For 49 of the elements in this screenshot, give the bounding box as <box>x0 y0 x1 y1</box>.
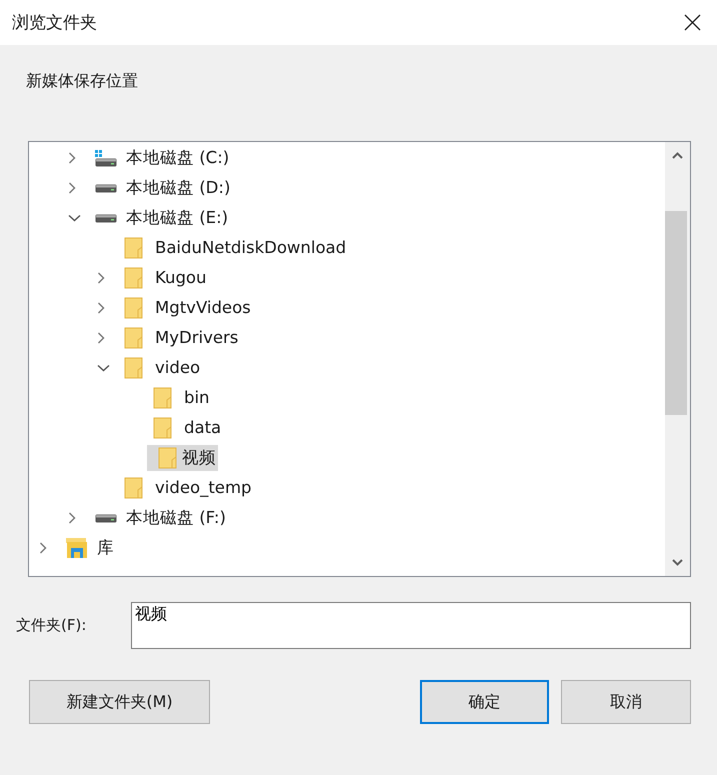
chevron-right-icon[interactable] <box>68 182 76 194</box>
folder-input[interactable]: 视频 <box>131 602 691 649</box>
scrollbar-thumb[interactable] <box>665 211 687 415</box>
new-folder-button[interactable]: 新建文件夹(M) <box>29 680 210 724</box>
folder-icon <box>124 237 144 259</box>
cancel-button[interactable]: 取消 <box>561 680 691 724</box>
drive-icon <box>95 514 117 522</box>
tree-item[interactable]: 本地磁盘 (F:) <box>124 505 228 531</box>
chevron-down-icon[interactable] <box>97 364 110 372</box>
window-title: 浏览文件夹 <box>12 12 97 34</box>
tree-item[interactable]: 本地磁盘 (C:) <box>124 145 232 171</box>
tree-item[interactable]: 本地磁盘 (E:) <box>124 205 230 231</box>
ok-button[interactable]: 确定 <box>420 680 549 724</box>
chevron-right-icon[interactable] <box>68 512 76 524</box>
tree-item[interactable]: 库 <box>95 535 116 561</box>
folder-icon <box>124 477 144 499</box>
folder-icon <box>124 297 144 319</box>
folder-label: 文件夹(F): <box>16 616 88 635</box>
folder-icon <box>124 327 144 349</box>
folder-icon <box>153 417 173 439</box>
scrollbar[interactable] <box>665 142 690 576</box>
close-icon[interactable] <box>684 14 701 31</box>
chevron-right-icon[interactable] <box>68 152 76 164</box>
system-drive-icon <box>95 150 117 166</box>
folder-icon <box>153 387 173 409</box>
tree-item[interactable]: MyDrivers <box>153 325 240 351</box>
tree-item[interactable]: BaiduNetdiskDownload <box>153 235 348 261</box>
tree-item[interactable]: 视频 <box>181 445 218 471</box>
tree-item[interactable]: video <box>153 355 202 381</box>
scroll-down-icon[interactable] <box>672 559 683 566</box>
tree-item[interactable]: 本地磁盘 (D:) <box>124 175 232 201</box>
folder-icon <box>124 267 144 289</box>
library-icon <box>66 538 88 558</box>
chevron-down-icon[interactable] <box>68 214 81 222</box>
chevron-right-icon[interactable] <box>97 272 105 284</box>
tree-item[interactable]: Kugou <box>153 265 208 291</box>
drive-icon <box>95 184 117 192</box>
tree-item[interactable]: MgtvVideos <box>153 295 253 321</box>
description-text: 新媒体保存位置 <box>26 70 139 92</box>
scroll-up-icon[interactable] <box>672 152 683 159</box>
chevron-right-icon[interactable] <box>97 302 105 314</box>
tree-item[interactable]: data <box>182 415 224 441</box>
chevron-right-icon[interactable] <box>97 332 105 344</box>
chevron-right-icon[interactable] <box>39 542 47 554</box>
drive-icon <box>95 214 117 222</box>
tree-item[interactable]: bin <box>182 385 212 411</box>
folder-icon <box>158 447 178 469</box>
tree-item[interactable]: video_temp <box>153 475 254 501</box>
folder-icon <box>124 357 144 379</box>
